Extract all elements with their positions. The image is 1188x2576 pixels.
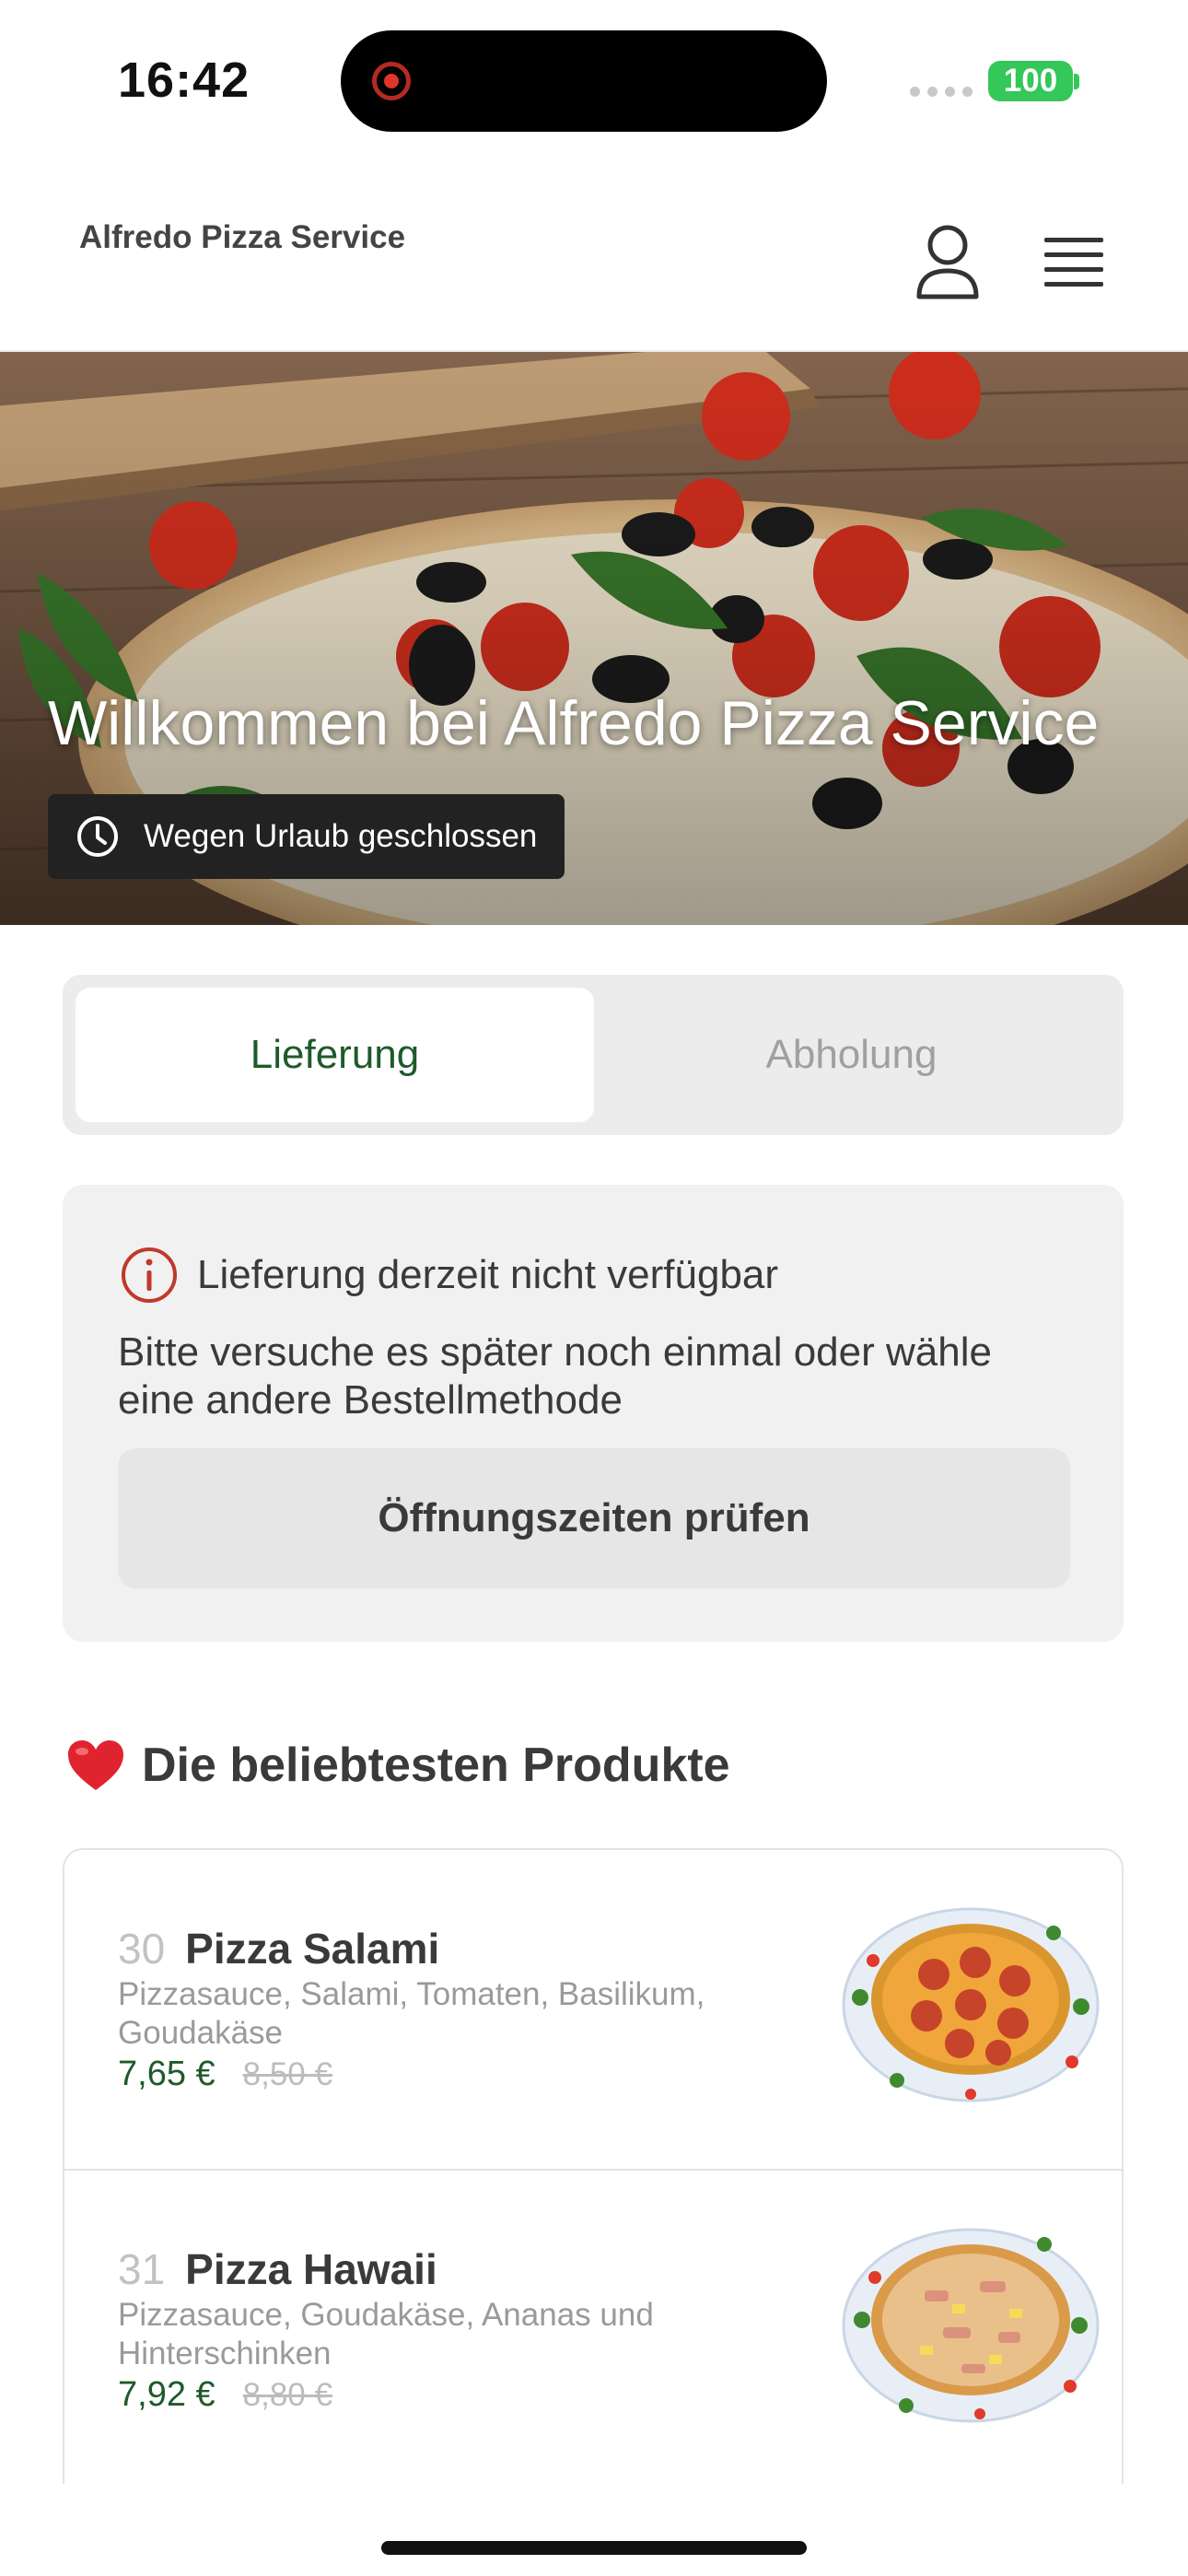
product-card[interactable]: 31 Pizza Hawaii Pizzasauce, Goudakäse, A… xyxy=(64,2169,1122,2484)
notice-title: Lieferung derzeit nicht verfügbar xyxy=(197,1252,779,1297)
product-heading: 30 Pizza Salami xyxy=(118,1924,439,1973)
brand-name[interactable]: Alfredo Pizza Service xyxy=(79,219,405,256)
product-card[interactable]: 30 Pizza Salami Pizzasauce, Salami, Toma… xyxy=(64,1850,1122,2169)
order-method-tabs: Lieferung Abholung xyxy=(63,975,1124,1135)
popular-products-header: Die beliebtesten Produkte xyxy=(66,1738,730,1793)
hero-title: Willkommen bei Alfredo Pizza Service xyxy=(48,688,1100,758)
home-indicator[interactable] xyxy=(381,2541,807,2555)
delivery-unavailable-notice: Lieferung derzeit nicht verfügbar Bitte … xyxy=(63,1185,1124,1642)
product-description: Pizzasauce, Salami, Tomaten, Basilikum, … xyxy=(118,1976,705,2051)
product-name: Pizza Hawaii xyxy=(185,2245,437,2293)
product-old-price: 8,80 € xyxy=(242,2377,332,2413)
account-button[interactable] xyxy=(912,221,984,304)
product-number: 30 xyxy=(118,1925,166,1973)
pizza-salami-image xyxy=(842,1907,1100,2102)
product-name: Pizza Salami xyxy=(185,1925,440,1973)
dynamic-island xyxy=(341,30,827,132)
clock-icon xyxy=(77,816,118,857)
hero-banner: Willkommen bei Alfredo Pizza Service Weg… xyxy=(0,352,1188,925)
status-badge: Wegen Urlaub geschlossen xyxy=(48,794,565,879)
user-icon xyxy=(916,225,979,299)
info-circle-icon xyxy=(122,1247,177,1303)
product-old-price: 8,50 € xyxy=(242,2056,332,2092)
product-price: 7,65 € xyxy=(118,2055,215,2093)
app-header: Alfredo Pizza Service xyxy=(0,157,1188,352)
status-bar: 16:42 100 xyxy=(0,0,1188,157)
notice-text: Bitte versuche es später noch einmal ode… xyxy=(118,1329,992,1423)
product-price: 7,92 € xyxy=(118,2375,215,2414)
heart-icon xyxy=(68,1740,123,1790)
product-prices: 7,92 € 8,80 € xyxy=(118,2375,332,2415)
hamburger-menu-icon xyxy=(1044,238,1103,287)
tab-delivery[interactable]: Lieferung xyxy=(76,988,594,1122)
popular-products-title: Die beliebtesten Produkte xyxy=(142,1739,730,1792)
product-prices: 7,65 € 8,50 € xyxy=(118,2055,332,2094)
battery-cap xyxy=(1074,74,1079,89)
status-badge-label: Wegen Urlaub geschlossen xyxy=(144,818,538,854)
cellular-signal-icon xyxy=(910,87,973,97)
tab-pickup[interactable]: Abholung xyxy=(592,988,1111,1122)
product-number: 31 xyxy=(118,2245,166,2293)
notice-header: Lieferung derzeit nicht verfügbar xyxy=(120,1246,778,1305)
check-opening-hours-button[interactable]: Öffnungszeiten prüfen xyxy=(118,1448,1070,1588)
product-description: Pizzasauce, Goudakäse, Ananas und Hinter… xyxy=(118,2297,654,2371)
product-heading: 31 Pizza Hawaii xyxy=(118,2244,437,2294)
status-time: 16:42 xyxy=(118,53,250,108)
recording-indicator-icon xyxy=(372,62,411,100)
pizza-hawaii-image xyxy=(842,2228,1100,2423)
menu-button[interactable] xyxy=(1039,230,1111,295)
battery-indicator: 100 xyxy=(988,61,1073,101)
product-list: 30 Pizza Salami Pizzasauce, Salami, Toma… xyxy=(63,1848,1124,2484)
